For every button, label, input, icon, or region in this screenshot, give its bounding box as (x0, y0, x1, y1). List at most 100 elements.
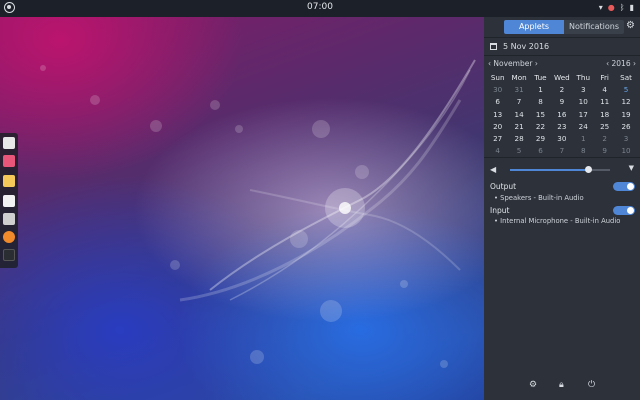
divider (484, 37, 640, 38)
panel-tabs: Applets Notifications (504, 20, 624, 34)
weekday-label: Sat (620, 73, 632, 82)
output-label: Output (490, 182, 517, 191)
calendar-day[interactable]: 17 (573, 109, 594, 121)
tab-notifications[interactable]: Notifications (564, 20, 624, 34)
firefox-icon[interactable] (3, 231, 15, 243)
calendar-day[interactable]: 8 (530, 96, 551, 108)
calendar-week-row: 6 7 8 9 10 11 12 (487, 96, 637, 108)
bluetooth-icon[interactable]: ᛒ (620, 3, 625, 13)
prev-year-chevron-icon[interactable]: ‹ (606, 59, 609, 68)
calendar-icon (490, 43, 497, 50)
calendar-day[interactable]: 1 (573, 133, 594, 145)
calendar-day[interactable]: 9 (594, 145, 615, 157)
input-toggle[interactable] (613, 206, 635, 215)
volume-slider-knob[interactable] (585, 166, 592, 173)
volume-slider[interactable] (510, 166, 610, 173)
volume-slider-fill (510, 169, 588, 171)
calendar-day[interactable]: 2 (594, 133, 615, 145)
power-icon[interactable]: ⏻ (588, 380, 595, 390)
tab-applets[interactable]: Applets (504, 20, 564, 34)
music-app-icon[interactable] (3, 137, 15, 149)
weekday-label: Mon (511, 73, 527, 82)
clock: 07:00 (0, 2, 640, 12)
month-label: November (493, 59, 533, 68)
weekday-label: Sun (490, 73, 505, 82)
weekday-label: Tue (534, 73, 547, 82)
calendar-day[interactable]: 19 (615, 109, 636, 121)
current-date: 5 Nov 2016 (503, 42, 550, 51)
calendar-day[interactable]: 26 (615, 121, 636, 133)
calendar-day[interactable]: 9 (551, 96, 572, 108)
calendar-day[interactable]: 14 (508, 109, 529, 121)
divider (484, 157, 640, 158)
input-device-label: Internal Microphone - Built-in Audio (500, 217, 621, 225)
calendar-day[interactable]: 4 (487, 145, 508, 157)
calendar-app-icon[interactable] (3, 195, 15, 207)
date-header: 5 Nov 2016 (490, 42, 549, 51)
volume-control: ◀ ▼ (490, 164, 636, 175)
calendar-day[interactable]: 15 (530, 109, 551, 121)
calendar-day[interactable]: 22 (530, 121, 551, 133)
calendar-day[interactable]: 3 (573, 84, 594, 96)
speaker-icon[interactable]: ◀ (490, 165, 496, 174)
calendar-day[interactable]: 1 (530, 84, 551, 96)
photos-app-icon[interactable] (3, 155, 15, 167)
calendar-day[interactable]: 12 (615, 96, 636, 108)
calendar-day[interactable]: 30 (551, 133, 572, 145)
calendar-day[interactable]: 7 (508, 96, 529, 108)
calendar-day[interactable]: 6 (487, 96, 508, 108)
video-player-icon[interactable] (3, 213, 15, 225)
panel-settings-gear-icon[interactable]: ⚙ (626, 20, 635, 31)
output-device-label: Speakers - Built-in Audio (500, 194, 584, 202)
next-month-chevron-icon[interactable]: › (535, 59, 538, 68)
system-panel: Applets Notifications ⚙ 5 Nov 2016 ‹ Nov… (484, 17, 640, 400)
clock-label[interactable]: 07:00 (307, 2, 333, 12)
notes-app-icon[interactable] (3, 175, 15, 187)
calendar-day[interactable]: 10 (615, 145, 636, 157)
panel-footer: ⚙ 🔒︎ ⏻ (484, 380, 640, 392)
calendar-day[interactable]: 4 (594, 84, 615, 96)
input-device[interactable]: • Internal Microphone - Built-in Audio (494, 217, 620, 225)
terminal-icon[interactable] (3, 249, 15, 261)
calendar-day[interactable]: 6 (530, 145, 551, 157)
calendar-day[interactable]: 25 (594, 121, 615, 133)
next-year-chevron-icon[interactable]: › (633, 59, 636, 68)
calendar-day[interactable]: 21 (508, 121, 529, 133)
calendar-day[interactable]: 16 (551, 109, 572, 121)
input-label: Input (490, 206, 510, 215)
weekday-header-row: Sun Mon Tue Wed Thu Fri Sat (487, 72, 637, 84)
calendar-day[interactable]: 11 (594, 96, 615, 108)
notification-icon[interactable]: ● (608, 3, 615, 13)
calendar-day[interactable]: 8 (573, 145, 594, 157)
network-icon[interactable]: ▾ (599, 3, 603, 13)
lock-icon[interactable]: 🔒︎ (559, 380, 564, 390)
month-navigator: ‹ November › ‹ 2016 › (488, 59, 636, 69)
output-device[interactable]: • Speakers - Built-in Audio (494, 194, 584, 202)
calendar-day[interactable]: 7 (551, 145, 572, 157)
top-bar: 07:00 ▾ ● ᛒ ▮ (0, 0, 640, 17)
calendar-day[interactable]: 31 (508, 84, 529, 96)
calendar-day[interactable]: 10 (573, 96, 594, 108)
calendar-day[interactable]: 28 (508, 133, 529, 145)
output-toggle[interactable] (613, 182, 635, 191)
calendar-day[interactable]: 29 (530, 133, 551, 145)
calendar-day[interactable]: 18 (594, 109, 615, 121)
calendar-week-row: 4 5 6 7 8 9 10 (487, 145, 637, 157)
prev-month-chevron-icon[interactable]: ‹ (488, 59, 491, 68)
calendar-day[interactable]: 5 (508, 145, 529, 157)
calendar-day[interactable]: 24 (573, 121, 594, 133)
activities-icon[interactable] (4, 2, 15, 13)
calendar-day[interactable]: 30 (487, 84, 508, 96)
weekday-label: Wed (554, 73, 570, 82)
settings-gear-icon[interactable]: ⚙ (529, 380, 537, 390)
calendar-day[interactable]: 27 (487, 133, 508, 145)
chevron-down-icon[interactable]: ▼ (629, 164, 634, 172)
calendar-day[interactable]: 23 (551, 121, 572, 133)
calendar-day-today[interactable]: 5 (615, 84, 636, 96)
calendar-week-row: 13 14 15 16 17 18 19 (487, 109, 637, 121)
calendar-day[interactable]: 13 (487, 109, 508, 121)
calendar-day[interactable]: 3 (615, 133, 636, 145)
battery-icon[interactable]: ▮ (630, 3, 634, 13)
calendar-day[interactable]: 20 (487, 121, 508, 133)
calendar-day[interactable]: 2 (551, 84, 572, 96)
